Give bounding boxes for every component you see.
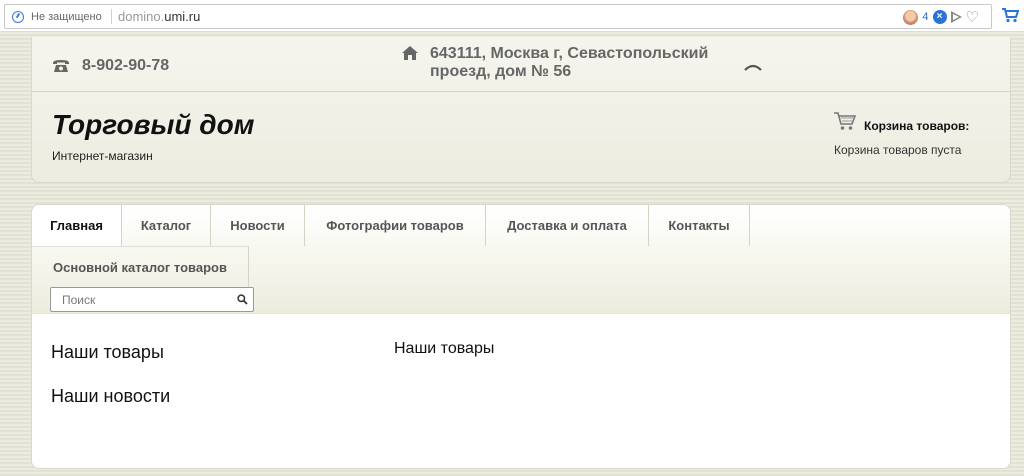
phone-icon xyxy=(53,60,69,72)
phone-number[interactable]: 8-902-90-78 xyxy=(82,57,169,75)
contact-bar: 8-902-90-78 643111, Москва г, Севастопол… xyxy=(32,37,1010,92)
home-icon xyxy=(402,46,418,60)
search-box xyxy=(50,287,254,312)
heart-icon[interactable]: ♡ xyxy=(966,10,979,25)
insecure-icon[interactable] xyxy=(12,11,24,23)
search-input[interactable] xyxy=(51,288,231,311)
main-content: Наши товары Наши новости Наши товары xyxy=(31,313,1011,469)
chevron-up-icon[interactable] xyxy=(744,63,762,71)
security-label[interactable]: Не защищено xyxy=(31,11,102,23)
address-actions: 4 × ♡ xyxy=(903,9,979,25)
baby-icon[interactable] xyxy=(903,9,919,25)
search-icon[interactable] xyxy=(237,294,248,305)
tab-home[interactable]: Главная xyxy=(32,205,122,246)
url-host: umi.ru xyxy=(164,9,201,24)
url-text[interactable]: domino.umi.ru xyxy=(118,9,200,24)
cart-icon[interactable] xyxy=(834,111,856,131)
sidebar-item-our-news[interactable]: Наши новости xyxy=(51,386,170,407)
tab-delivery-payment[interactable]: Доставка и оплата xyxy=(486,205,649,246)
send-icon[interactable] xyxy=(950,11,962,23)
tab-main-catalog[interactable]: Основной каталог товаров xyxy=(32,246,249,287)
cart-title[interactable]: Корзина товаров: xyxy=(864,119,969,133)
tab-product-photos[interactable]: Фотографии товаров xyxy=(305,205,486,246)
site-header: 8-902-90-78 643111, Москва г, Севастопол… xyxy=(31,37,1011,183)
cart-icon[interactable] xyxy=(1002,7,1019,23)
tab-catalog[interactable]: Каталог xyxy=(122,205,211,246)
address-divider xyxy=(111,9,112,24)
sidebar-item-our-products[interactable]: Наши товары xyxy=(51,342,164,363)
main-navigation: Главная Каталог Новости Фотографии товар… xyxy=(31,204,1011,314)
tab-contacts[interactable]: Контакты xyxy=(649,205,750,246)
address-text: 643111, Москва г, Севастопольский проезд… xyxy=(430,45,709,80)
tab-news[interactable]: Новости xyxy=(211,205,305,246)
browser-address-bar: Не защищено domino.umi.ru 4 × ♡ xyxy=(0,0,1024,32)
page-title: Наши товары xyxy=(394,340,495,357)
notification-count[interactable]: 4 xyxy=(922,11,928,23)
cart-status: Корзина товаров пуста xyxy=(834,143,962,157)
address-field[interactable]: Не защищено domino.umi.ru 4 × ♡ xyxy=(4,4,992,29)
url-prefix: domino. xyxy=(118,9,165,24)
site-title[interactable]: Торговый дом xyxy=(52,109,254,141)
site-subtitle: Интернет-магазин xyxy=(52,149,153,163)
close-badge-icon[interactable]: × xyxy=(932,10,947,24)
